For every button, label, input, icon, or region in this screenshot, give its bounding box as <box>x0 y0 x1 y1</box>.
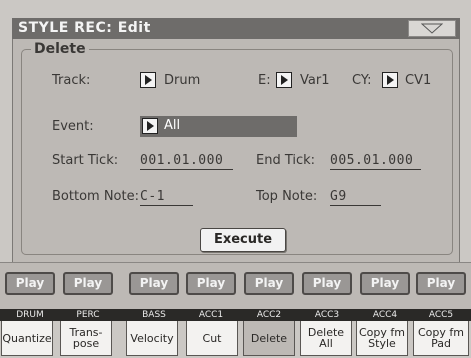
track-name: ACC2 <box>256 310 282 320</box>
tab-copy-fm-pad[interactable]: Copy fm Pad <box>413 321 469 356</box>
track-name: ACC3 <box>314 310 340 320</box>
track-play-bar: Play Play Play Play Play Play Play Play <box>0 262 471 312</box>
e-value[interactable]: Var1 <box>300 73 329 88</box>
play-button-drum[interactable]: Play <box>5 272 55 295</box>
track-names: DRUM PERC BASS ACC1 ACC2 ACC3 ACC4 ACC5 <box>0 309 471 321</box>
start-tick-field[interactable]: 001.01.000 <box>140 153 233 170</box>
track-name: ACC1 <box>198 310 224 320</box>
tab-delete-all[interactable]: Delete All <box>300 321 352 356</box>
track-label: Track: <box>52 73 91 88</box>
event-field[interactable]: All <box>140 116 297 137</box>
tab-quantize[interactable]: Quantize <box>1 321 53 356</box>
e-arrow-icon[interactable] <box>276 72 292 88</box>
top-note-field[interactable]: G9 <box>330 189 381 206</box>
play-button-acc3[interactable]: Play <box>302 272 352 295</box>
play-button-acc1[interactable]: Play <box>186 272 236 295</box>
end-tick-field[interactable]: 005.01.000 <box>330 153 421 170</box>
play-button-acc5[interactable]: Play <box>416 272 466 295</box>
track-arrow-icon[interactable] <box>140 72 156 88</box>
tab-delete[interactable]: Delete <box>243 321 295 356</box>
tab-transpose[interactable]: Trans-pose <box>60 321 112 356</box>
cy-value[interactable]: CV1 <box>405 73 431 88</box>
track-name: PERC <box>76 310 100 320</box>
tab-copy-fm-style[interactable]: Copy fm Style <box>356 321 408 356</box>
e-label: E: <box>258 73 271 88</box>
page-title: STYLE REC: Edit <box>18 20 151 36</box>
event-value: All <box>164 118 181 133</box>
end-tick-label: End Tick: <box>256 153 316 168</box>
cy-arrow-icon[interactable] <box>382 72 398 88</box>
play-button-acc2[interactable]: Play <box>244 272 294 295</box>
top-note-label: Top Note: <box>256 189 318 204</box>
play-button-acc4[interactable]: Play <box>360 272 410 295</box>
start-tick-label: Start Tick: <box>52 153 119 168</box>
track-name: DRUM <box>16 310 44 320</box>
track-name: ACC4 <box>372 310 398 320</box>
edit-tabs: Quantize Trans-pose Velocity Cut Delete … <box>0 321 471 358</box>
event-label: Event: <box>52 119 94 134</box>
tab-cut[interactable]: Cut <box>186 321 238 356</box>
play-button-bass[interactable]: Play <box>129 272 179 295</box>
group-title: Delete <box>31 41 89 57</box>
cy-label: CY: <box>352 73 372 88</box>
title-bar: STYLE REC: Edit <box>12 18 460 39</box>
bottom-note-label: Bottom Note: <box>52 189 139 204</box>
page-menu-button[interactable] <box>408 20 456 37</box>
play-button-perc[interactable]: Play <box>63 272 113 295</box>
event-arrow-icon[interactable] <box>142 118 158 134</box>
tab-velocity[interactable]: Velocity <box>126 321 178 356</box>
track-name: BASS <box>142 310 166 320</box>
bottom-note-field[interactable]: C-1 <box>140 189 193 206</box>
execute-button[interactable]: Execute <box>200 228 286 252</box>
dropdown-triangle-icon <box>421 23 443 34</box>
track-value[interactable]: Drum <box>164 73 200 88</box>
track-name: ACC5 <box>428 310 454 320</box>
screen: STYLE REC: Edit Delete Track: Drum E: Va… <box>0 0 471 358</box>
